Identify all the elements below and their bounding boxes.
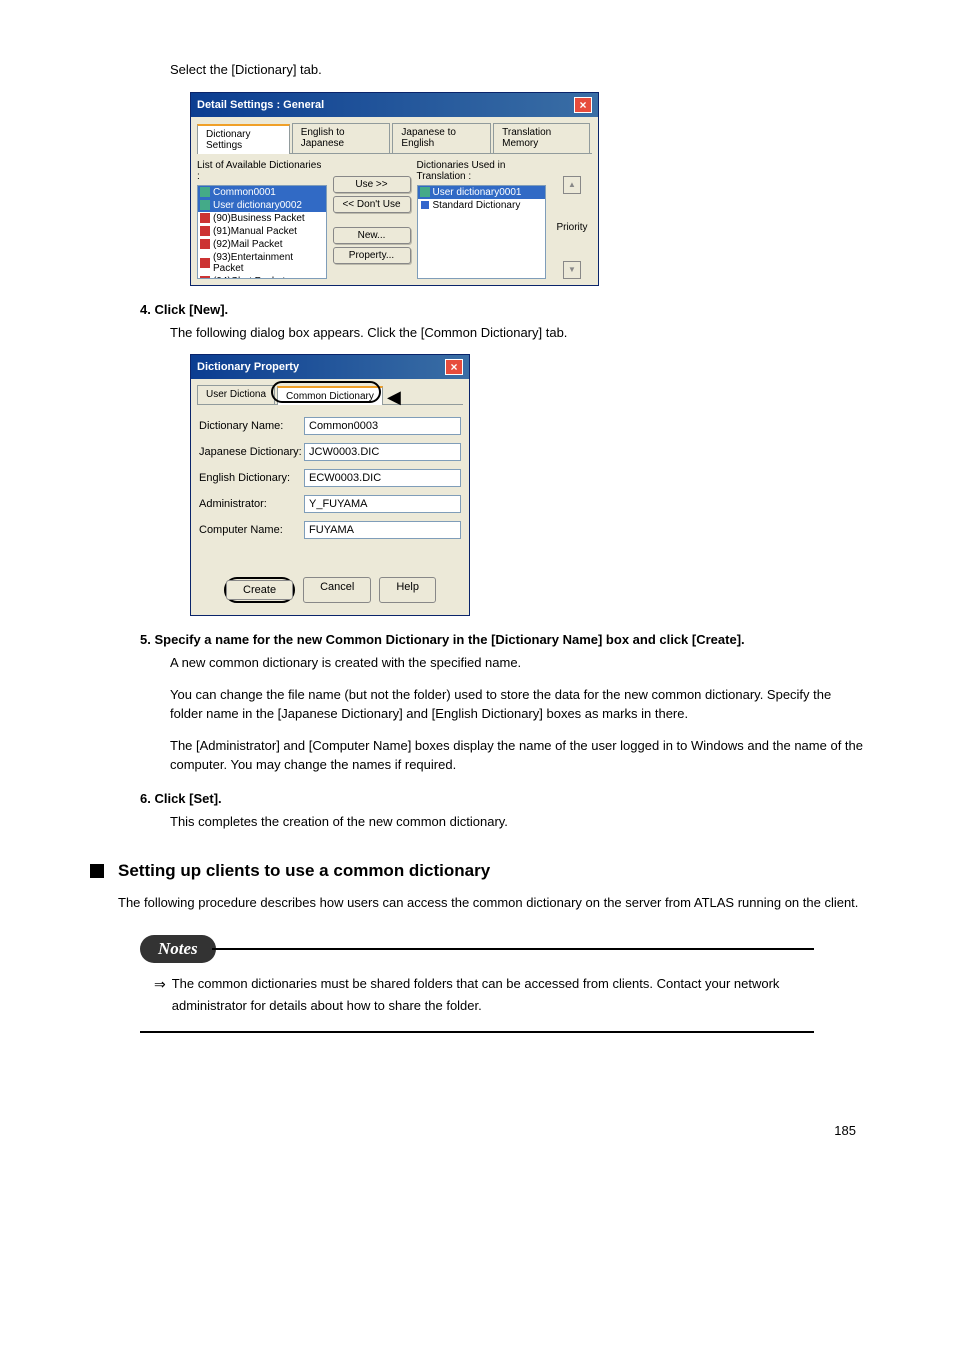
used-dict-label: Dictionaries Used in Translation : (417, 160, 547, 182)
list-item[interactable]: Common0001 (198, 186, 326, 199)
page-number: 185 (90, 1123, 864, 1138)
list-item[interactable]: (92)Mail Packet (198, 238, 326, 251)
dict-icon (420, 187, 430, 197)
priority-down-button[interactable]: ▼ (563, 261, 581, 279)
tab-translation-memory[interactable]: Translation Memory (493, 123, 590, 153)
notes-text: The common dictionaries must be shared f… (172, 973, 814, 1017)
section-body: The following procedure describes how us… (118, 893, 864, 913)
step-6-desc: This completes the creation of the new c… (170, 812, 864, 832)
notes-rule-top (212, 948, 814, 950)
dict-icon (200, 200, 210, 210)
property-button[interactable]: Property... (333, 247, 411, 264)
step-6: 6. Click [Set]. (140, 791, 864, 806)
section-title: Setting up clients to use a common dicti… (118, 861, 490, 881)
list-item[interactable]: (90)Business Packet (198, 212, 326, 225)
priority-up-button[interactable]: ▲ (563, 176, 581, 194)
priority-label: Priority (556, 222, 587, 233)
dict-icon (200, 276, 210, 279)
en-dict-input[interactable] (304, 469, 461, 487)
dict-icon (200, 226, 210, 236)
dictionary-property-window: Dictionary Property × User Dictiona Comm… (190, 354, 470, 616)
titlebar-2: Dictionary Property × (191, 355, 469, 379)
titlebar-1: Detail Settings : General × (191, 93, 598, 117)
step-5-desc-3: The [Administrator] and [Computer Name] … (170, 736, 864, 775)
computer-name-label: Computer Name: (199, 524, 304, 536)
step-5-desc-2: You can change the file name (but not th… (170, 685, 864, 724)
tab-en-jp[interactable]: English to Japanese (292, 123, 391, 153)
cancel-button[interactable]: Cancel (303, 577, 371, 603)
list-item[interactable]: (93)Entertainment Packet (198, 251, 326, 275)
create-button[interactable]: Create (226, 580, 293, 600)
notes-rule-bottom (140, 1031, 814, 1033)
intro-text: Select the [Dictionary] tab. (170, 60, 864, 80)
tab-user-dictionary[interactable]: User Dictiona (197, 385, 275, 404)
jp-dict-label: Japanese Dictionary: (199, 446, 304, 458)
annotation-circle-create: Create (224, 577, 295, 603)
dict-icon (200, 187, 210, 197)
tab-jp-en[interactable]: Japanese to English (392, 123, 491, 153)
tabs-2: User Dictiona Common Dictionary (197, 385, 463, 405)
dict-name-input[interactable] (304, 417, 461, 435)
dict-icon (420, 200, 430, 210)
list-item[interactable]: Standard Dictionary (418, 199, 546, 212)
tabs-1: Dictionary Settings English to Japanese … (197, 123, 592, 154)
close-icon[interactable]: × (574, 97, 592, 113)
window-title-2: Dictionary Property (197, 361, 299, 373)
close-icon[interactable]: × (445, 359, 463, 375)
window-title-1: Detail Settings : General (197, 99, 324, 111)
notes-arrow-icon: ⇒ (154, 973, 166, 1017)
dict-name-label: Dictionary Name: (199, 420, 304, 432)
section-header: Setting up clients to use a common dicti… (90, 861, 864, 881)
notes-badge: Notes (140, 935, 216, 963)
computer-name-input[interactable] (304, 521, 461, 539)
admin-input[interactable] (304, 495, 461, 513)
new-button[interactable]: New... (333, 227, 411, 244)
section-marker-icon (90, 864, 104, 878)
step-5-desc-1: A new common dictionary is created with … (170, 653, 864, 673)
step-4: 4. Click [New]. (140, 302, 864, 317)
dict-icon (200, 258, 210, 268)
detail-settings-window: Detail Settings : General × Dictionary S… (190, 92, 599, 286)
available-dict-list[interactable]: Common0001 User dictionary0002 (90)Busin… (197, 185, 327, 279)
list-item[interactable]: User dictionary0002 (198, 199, 326, 212)
step-4-desc: The following dialog box appears. Click … (170, 323, 864, 343)
dict-icon (200, 239, 210, 249)
list-item[interactable]: User dictionary0001 (418, 186, 546, 199)
list-item[interactable]: (94)Chat Packet (198, 275, 326, 279)
annotation-arrow-icon: ◀ (387, 387, 401, 408)
available-dict-label: List of Available Dictionaries : (197, 160, 327, 182)
step-5: 5. Specify a name for the new Common Dic… (140, 632, 864, 647)
used-dict-list[interactable]: User dictionary0001 Standard Dictionary (417, 185, 547, 279)
dict-icon (200, 213, 210, 223)
dont-use-button[interactable]: << Don't Use (333, 196, 411, 213)
tab-dictionary-settings[interactable]: Dictionary Settings (197, 124, 290, 154)
en-dict-label: English Dictionary: (199, 472, 304, 484)
help-button[interactable]: Help (379, 577, 436, 603)
jp-dict-input[interactable] (304, 443, 461, 461)
use-button[interactable]: Use >> (333, 176, 411, 193)
tab-common-dictionary[interactable]: Common Dictionary (277, 386, 383, 405)
admin-label: Administrator: (199, 498, 304, 510)
list-item[interactable]: (91)Manual Packet (198, 225, 326, 238)
notes-box: Notes ⇒ The common dictionaries must be … (140, 935, 814, 1033)
